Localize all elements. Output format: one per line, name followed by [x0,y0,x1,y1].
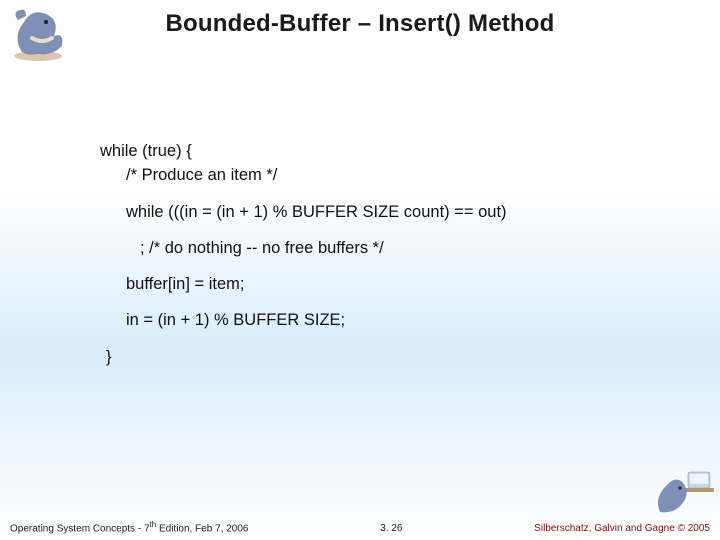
code-line: while (true) { [100,140,660,162]
code-line: buffer[in] = item; [100,273,660,295]
dinosaur-icon [654,468,714,516]
footer-left-prefix: Operating System Concepts - 7 [10,523,150,534]
slide-footer: Operating System Concepts - 7th Edition,… [0,520,720,534]
footer-page-number: 3. 26 [380,523,402,534]
code-line: ; /* do nothing -- no free buffers */ [100,237,660,259]
slide-title: Bounded-Buffer – Insert() Method [0,10,720,38]
footer-copyright: Silberschatz, Galvin and Gagne © 2005 [534,523,710,534]
footer-left: Operating System Concepts - 7th Edition,… [10,520,248,534]
code-line: in = (in + 1) % BUFFER SIZE; [100,309,660,331]
code-line: /* Produce an item */ [100,164,660,186]
code-line: } [100,346,660,368]
code-block: while (true) { /* Produce an item */ whi… [100,140,660,368]
code-line: while (((in = (in + 1) % BUFFER SIZE cou… [100,201,660,223]
footer-left-suffix: Edition, Feb 7, 2006 [156,523,248,534]
